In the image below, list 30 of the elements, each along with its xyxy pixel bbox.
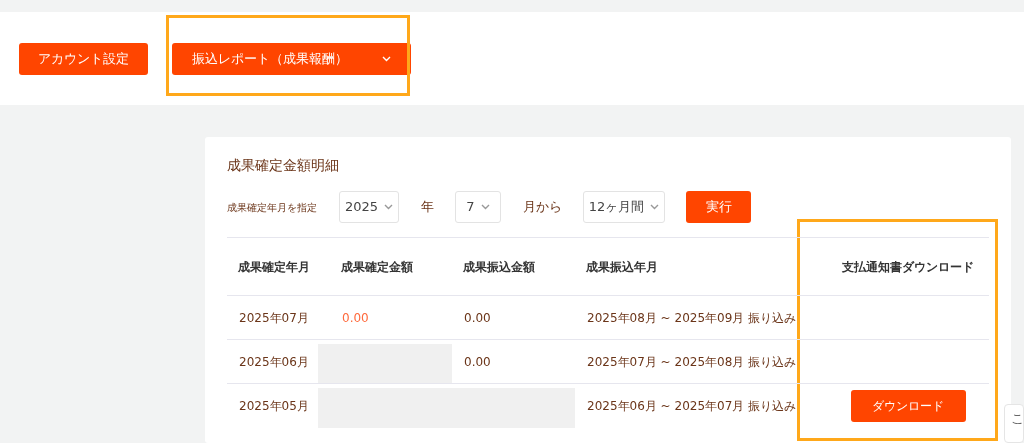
column-header: 成果振込金額: [462, 258, 536, 276]
column-header: 成果振込年月: [585, 258, 659, 276]
popup-text: こ: [1011, 411, 1024, 426]
button[interactable]: アカウント設定: [19, 42, 148, 75]
download-button[interactable]: ダウンロード: [850, 390, 966, 422]
caret-icon: [384, 204, 394, 210]
dropdown-button[interactable]: 振込レポート（成果報酬）: [172, 42, 411, 75]
caret-icon: [480, 204, 490, 210]
column-header: 成果確定年月: [237, 258, 311, 276]
month-select[interactable]: 7: [455, 191, 501, 223]
year-select[interactable]: 2025: [339, 191, 399, 223]
caret-icon: [650, 204, 660, 210]
table-cell-text: 0.00: [463, 353, 492, 371]
table-cell-text: 0.00: [463, 309, 492, 327]
filter-label: 成果確定年月を指定: [227, 200, 318, 215]
table-cell-text: 0.00: [341, 309, 370, 327]
table-cell-text: 2025年05月: [238, 398, 310, 415]
period-select[interactable]: 12ヶ月間: [583, 191, 665, 223]
caret-icon: [382, 55, 391, 62]
run-button[interactable]: 実行: [686, 191, 751, 223]
table-cell-text: 2025年07月: [238, 309, 310, 327]
panel-title: 成果確定金額明細: [227, 156, 340, 175]
column-header: 支払通知書ダウンロード: [841, 258, 975, 276]
table-cell-text: 2025年08月 ~ 2025年09月 振り込み: [586, 309, 797, 327]
unit-label: 年: [419, 198, 435, 217]
table-cell-text: 2025年07月 ~ 2025年08月 振り込み: [586, 353, 797, 371]
table-cell-text: 2025年06月 ~ 2025年07月 振り込み: [586, 398, 797, 415]
table-cell-text: 2025年06月: [238, 353, 310, 371]
column-header: 成果確定金額: [340, 258, 414, 276]
unit-label: 月から: [521, 198, 563, 217]
